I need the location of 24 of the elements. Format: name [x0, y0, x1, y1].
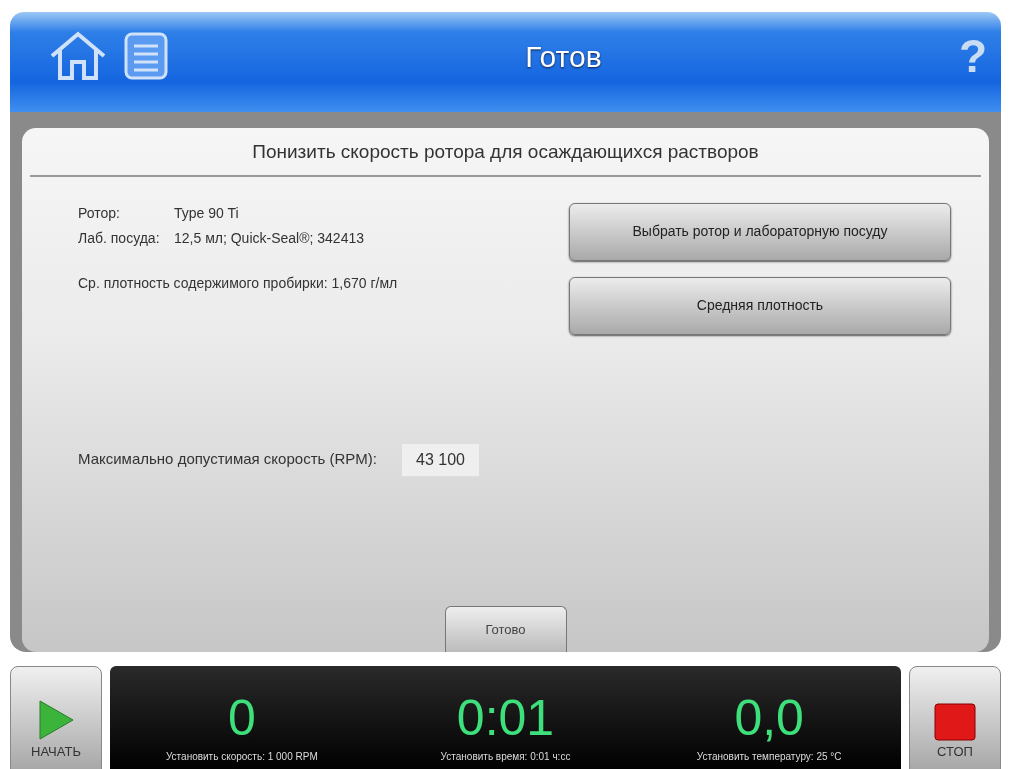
field-value: Type 90 Ti	[174, 203, 239, 223]
readout-value: 0	[227, 693, 256, 743]
field-label: Лаб. посуда:	[78, 228, 161, 248]
dialog-title: Понизить скорость ротора для осаждающихся растворов	[30, 128, 981, 177]
readout-caption: Установить время: 0:01 ч:сс	[440, 750, 571, 764]
density-text: Ср. плотность содержимого пробирки: 1,670 г/мл	[78, 273, 399, 293]
screen-title: Готов	[524, 38, 603, 75]
max-speed-label: Максимально допустимая скорость (RPM):	[78, 449, 377, 470]
done-button[interactable]: Готово	[444, 606, 567, 652]
field-label: Ротор:	[78, 203, 121, 223]
list-icon[interactable]	[124, 32, 168, 80]
home-icon[interactable]	[48, 30, 108, 82]
readout-value: 0:01	[456, 693, 555, 743]
action-button[interactable]: Выбрать ротор и лабораторную посуду	[569, 202, 951, 261]
readout-value: 0,0	[734, 693, 804, 743]
readout-caption: Установить скорость: 1 000 RPM	[165, 750, 318, 764]
action-button[interactable]: Средняя плотность	[569, 276, 951, 335]
stop-button[interactable]: СТОП	[909, 666, 1001, 769]
play-icon	[36, 697, 76, 742]
field-value: 12,5 мл; Quick-Seal®; 342413	[174, 228, 364, 248]
readout-caption: Установить температуру: 25 °C	[696, 750, 842, 764]
start-button[interactable]: НАЧАТЬ	[10, 666, 102, 769]
stop-icon	[933, 701, 977, 742]
max-speed-value: 43 100	[401, 442, 480, 477]
